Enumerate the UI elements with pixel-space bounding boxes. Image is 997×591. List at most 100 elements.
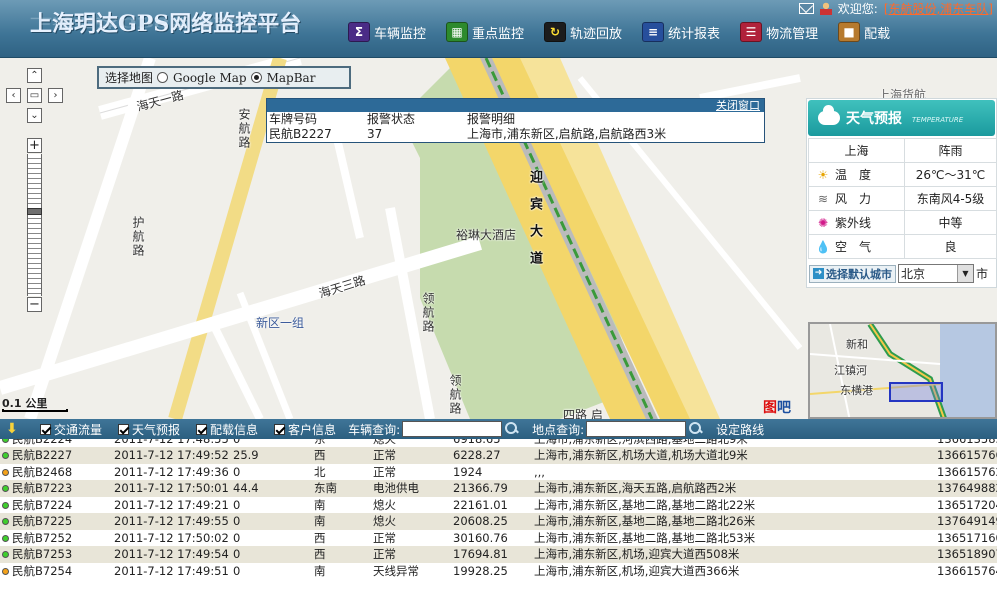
close-window-link[interactable]: 关闭窗口 [716,99,760,112]
set-route-button[interactable]: 设定路线 [716,421,764,438]
nav-vehicle-monitor[interactable]: Σ 车辆监控 [348,22,426,42]
nav-track-playback[interactable]: ↻ 轨迹回放 [544,22,622,42]
nav-label: 配载 [864,26,891,42]
city-select[interactable]: 北京 ▼ [898,264,974,283]
alarm-data-row[interactable]: 民航B2227 37 上海市,浦东新区,启航路,启航路西3米 [267,127,764,142]
grid-icon: ▦ [446,22,469,42]
vehicle-plate: 民航B7252 [12,530,73,545]
zoom-slider[interactable] [27,154,42,296]
uv-icon: ✺ [817,216,829,230]
alarm-plate: 民航B2227 [269,127,332,141]
zoom-in-button[interactable]: + [27,138,42,153]
vehicle-speed: 0 [233,547,241,561]
vehicle-loc: 上海市,浦东新区,机场,迎宾大道西366米 [534,563,740,578]
vehicle-loc: 上海市,浦东新区,机场,迎宾大道西508米 [534,547,740,561]
main-nav: Σ 车辆监控 ▦ 重点监控 ↻ 轨迹回放 ≡ 统计报表 ☰ 物流管理 ■ 配载 [348,22,890,42]
vehicle-row[interactable]: 民航B7224 2011-7-12 17:49:21 0 南 熄火 22161.01 上海市… [0,497,997,514]
vehicle-row[interactable]: 民航B7254 2011-7-12 17:49:51 0 南 天线异常 19928.25 上… [0,563,997,580]
checkbox[interactable] [118,423,130,435]
toggle-traffic[interactable]: 交通流量 [40,421,102,438]
vehicle-status: 电池供电 [373,481,419,495]
overview-minimap[interactable]: 新和 江镇河 东横港 [808,322,997,419]
pan-right-button[interactable]: › [48,88,63,103]
vehicle-row[interactable]: 民航B2468 2011-7-12 17:49:36 0 北 正常 1924,,, 1366… [0,464,997,481]
toggle-customer[interactable]: 客户信息 [274,421,336,438]
minimap-viewport[interactable] [889,382,943,402]
nav-key-monitor[interactable]: ▦ 重点监控 [446,22,524,42]
search-icon[interactable] [688,421,704,437]
weather-label: 紫外线 [835,216,872,230]
pan-center-button[interactable]: ▭ [27,88,42,103]
user-link[interactable]: [东航股份,浦东车队] [884,0,993,17]
logo-part-a: 图 [763,400,777,416]
status-dot-icon [2,551,9,558]
nav-loading[interactable]: ■ 配载 [838,22,890,42]
vehicle-plate: 民航B7225 [12,514,73,528]
place-query-input[interactable] [586,421,687,437]
toggle-weather[interactable]: 天气预报 [118,421,180,438]
vehicle-plate: 民航B7253 [12,547,73,561]
vehicle-dir: 西 [314,448,326,462]
database-icon: ☰ [740,22,763,42]
alarm-header-row: 车牌号码 报警状态 报警明细 [267,112,764,127]
toggle-label: 交通流量 [54,422,103,437]
vehicle-row[interactable]: 民航B7223 2011-7-12 17:50:01 44.4 东南 电池供电 21366… [0,480,997,497]
pan-down-button[interactable]: ⌄ [27,108,42,123]
vehicle-row[interactable]: 民航B2227 2011-7-12 17:49:52 25.9 西 正常 6228.27 上… [0,447,997,464]
vehicle-dir: 东南 [314,481,337,495]
vehicle-loc: 上海市,浦东新区,基地二路,基地二路北53米 [534,530,756,545]
arrow-down-icon[interactable]: ⬇ [0,421,24,437]
radio-google-label[interactable]: Google Map [173,71,247,85]
vehicle-phone: 1366157624 [937,464,997,479]
vehicle-time: 2011-7-12 17:50:01 [114,481,229,495]
nav-reports[interactable]: ≡ 统计报表 [642,22,720,42]
pan-left-button[interactable]: ‹ [6,88,21,103]
vehicle-plate: 民航B2224 [12,439,73,446]
nav-label: 统计报表 [668,26,721,42]
search-icon[interactable] [504,421,520,437]
wind-icon: ≋ [817,192,829,206]
pan-up-button[interactable]: ⌃ [27,68,42,83]
mail-icon[interactable] [798,2,814,14]
sun-icon: ☀ [817,168,829,182]
map-area-label: 新区一组 [256,316,305,330]
vehicle-phone: 1376491493 [937,514,997,528]
map-poi-hotel[interactable]: 裕琳大酒店 [456,226,516,243]
vehicle-row[interactable]: 民航B2224 2011-7-12 17:48:55 0 东 熄火 6918.65 上海市,… [0,439,997,447]
radio-mapbar[interactable] [250,72,262,83]
vehicle-mile: 17694.81 [453,547,508,561]
minimap-label: 东横港 [840,384,873,397]
zoom-out-button[interactable]: − [27,297,42,312]
toggle-load[interactable]: 配载信息 [196,421,258,438]
vehicle-loc: 上海市,浦东新区,河滨西路,基地二路北9米 [534,439,748,446]
weather-panel: 天气预报 TEMPERATURE 上海 阵雨 ☀ 温 度 26℃～31℃ ≋ 风 力… [806,98,997,288]
checkbox[interactable] [274,423,286,435]
vehicle-mile: 30160.76 [453,530,508,545]
vehicle-row[interactable]: 民航B7253 2011-7-12 17:49:54 0 西 正常 17694.81 上海市… [0,546,997,563]
status-dot-icon [2,468,9,476]
vehicle-phone: 1366157666 [937,448,997,462]
nav-logistics[interactable]: ☰ 物流管理 [740,22,818,42]
checkbox[interactable] [196,423,208,435]
vehicle-list: 民航B2224 2011-7-12 17:48:55 0 东熄火 6918.65 上海市,… [0,439,997,591]
sigma-icon: Σ [348,22,370,42]
alarm-col-detail: 报警明细 [467,112,516,126]
vehicle-row[interactable]: 民航B7252 2011-7-12 17:50:02 0 西 正常 30160.76 上海市… [0,530,997,547]
vehicle-mile: 1924 [453,464,483,479]
vehicle-mile: 6918.65 [453,439,501,446]
vehicle-status: 正常 [373,547,396,561]
map-switch-label: 选择地图 [105,71,154,85]
vehicle-row[interactable]: 民航B7225 2011-7-12 17:49:55 0 南 熄火 20608.25 上海市… [0,513,997,530]
weather-value: 良 [904,234,997,259]
choose-city-label: 选择默认城市 [826,267,892,281]
vehicle-loc: 上海市,浦东新区,海天五路,启航路西2米 [534,481,737,495]
status-dot-icon [2,518,9,525]
zoom-slider-thumb[interactable] [27,208,42,215]
user-bar: 欢迎您: [东航股份,浦东车队] [798,0,997,17]
checkbox[interactable] [40,423,51,435]
radio-mapbar-label[interactable]: MapBar [267,71,316,85]
radio-google[interactable] [157,72,169,83]
city-select-value: 北京 [901,267,926,281]
choose-city-button[interactable]: ➜ 选择默认城市 [809,264,896,283]
vehicle-query-input[interactable] [402,421,503,437]
